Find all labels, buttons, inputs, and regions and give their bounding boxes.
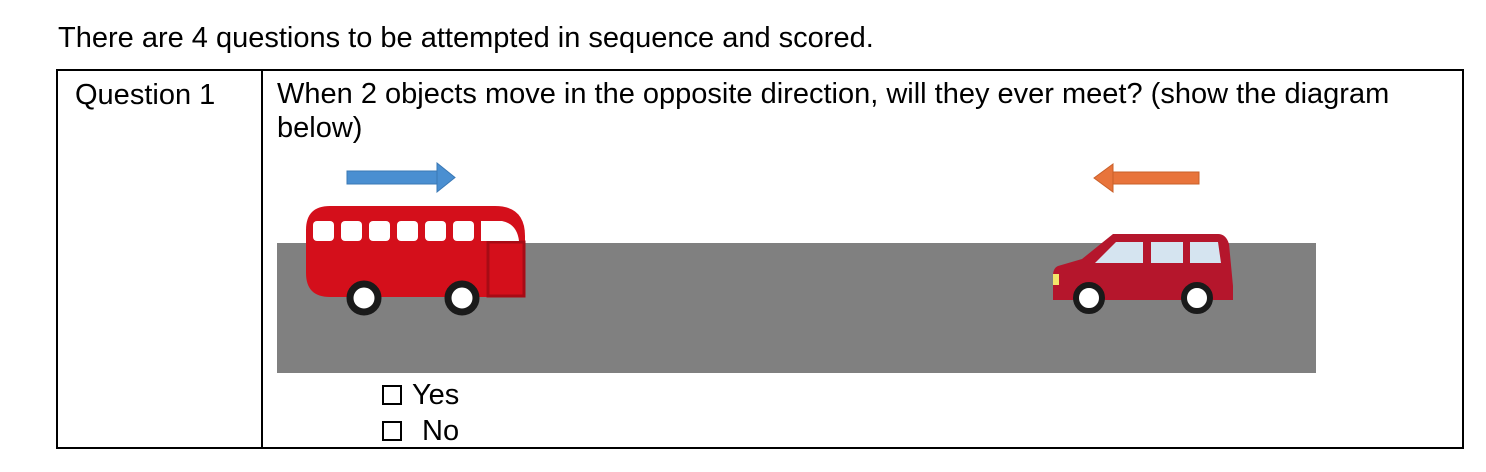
- arrow-right-icon: [346, 161, 456, 194]
- no-checkbox[interactable]: [382, 421, 402, 441]
- option-no[interactable]: No: [382, 413, 459, 449]
- bus-icon: [306, 206, 526, 316]
- option-yes-label: Yes: [412, 379, 460, 411]
- yes-checkbox[interactable]: [382, 385, 402, 405]
- option-yes[interactable]: Yes: [382, 377, 459, 413]
- option-no-label: No: [422, 415, 460, 447]
- motion-diagram: [277, 161, 1316, 373]
- arrow-left-icon: [1093, 163, 1200, 193]
